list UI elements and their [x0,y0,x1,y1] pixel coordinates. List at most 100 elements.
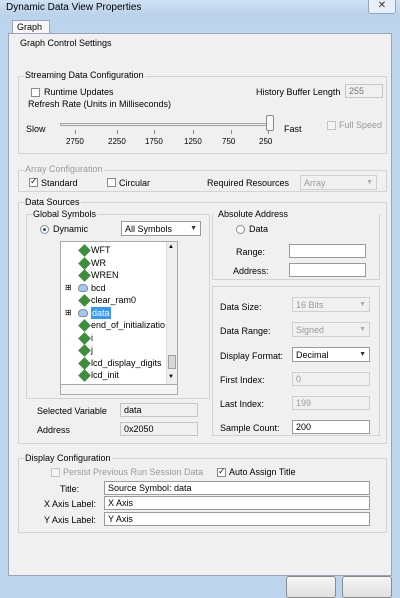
x-axis-input[interactable]: X Axis [104,496,370,510]
global-symbols-title: Global Symbols [32,209,98,219]
slider-tick-label: 2750 [66,137,84,146]
sample-count-input[interactable]: 200 [292,420,370,434]
history-buffer-input[interactable]: 255 [345,84,383,98]
range-label: Range: [236,247,266,257]
variable-icon [78,344,91,357]
display-config-title: Display Configuration [24,453,112,463]
tree-item-label: data [91,306,111,319]
title-label: Title: [60,484,80,494]
selected-variable-label: Selected Variable [37,406,107,416]
tree-item-label: i [91,332,93,343]
variable-icon [78,294,91,307]
required-resources-select[interactable]: Array ▼ [300,175,377,190]
ok-button[interactable] [286,576,336,598]
symbols-filter-select[interactable]: All Symbols ▼ [121,221,201,236]
last-index-input[interactable]: 199 [292,396,370,410]
slider-tick-label: 2250 [108,137,126,146]
data-sources-title: Data Sources [24,197,81,207]
runtime-updates-checkbox[interactable] [31,88,40,97]
last-index-label: Last Index: [220,399,265,409]
absolute-data-radio[interactable] [236,225,245,234]
slider-tick [117,130,118,134]
y-axis-input[interactable]: Y Axis [104,512,370,526]
circular-checkbox[interactable] [107,178,116,187]
symbols-filter-value: All Symbols [125,224,173,234]
tree-item-label: j [91,345,93,355]
chevron-down-icon: ▼ [359,326,366,333]
auto-title-label: Auto Assign Title [229,467,296,477]
tree-item-label: clear_ram0 [91,295,137,305]
data-range-value: Signed [296,325,325,335]
variable-icon [78,369,91,382]
required-resources-label: Required Resources [207,178,290,188]
persist-checkbox[interactable] [51,468,60,477]
title-input[interactable]: Source Symbol: data [104,481,370,495]
full-speed-checkbox[interactable] [327,121,336,130]
absolute-data-label: Data [249,224,269,234]
struct-icon [78,283,88,292]
abs-address-label: Address: [233,266,269,276]
fast-label: Fast [284,124,302,134]
tree-item-label: bcd [91,282,106,293]
abs-address-input[interactable] [289,263,366,277]
data-size-label: Data Size: [220,302,262,312]
data-range-select[interactable]: Signed ▼ [292,322,370,337]
variable-icon [78,269,91,282]
dynamic-label: Dynamic [53,224,89,234]
array-config-title: Array Configuration [24,164,104,174]
first-index-input[interactable]: 0 [292,372,370,386]
scroll-up-icon[interactable]: ▲ [168,244,174,250]
tab-graph-1[interactable]: Graph 1 [12,20,50,45]
variable-icon [78,331,91,345]
chevron-down-icon: ▼ [366,179,373,186]
scroll-thumb[interactable] [168,355,176,369]
tree-vertical-scrollbar[interactable]: ▲ ▼ [166,242,177,384]
address-field: 0x2050 [120,422,198,436]
tree-item-label: WREN [91,270,119,280]
chevron-down-icon: ▼ [190,225,197,232]
tree-horizontal-scrollbar[interactable] [60,385,178,395]
x-axis-label: X Axis Label: [44,499,97,509]
range-input[interactable] [289,244,366,258]
cancel-button[interactable] [342,576,392,598]
y-axis-label: Y Axis Label: [44,515,96,525]
full-speed-label: Full Speed [339,120,383,130]
display-format-label: Display Format: [220,351,284,361]
tree-item-label: lcd_init [91,370,120,380]
slider-thumb[interactable] [265,115,274,131]
slow-label: Slow [26,124,46,134]
slider-tick [268,130,269,134]
symbol-tree[interactable]: WFT WR WREN ⊞ bcd clear_ram0 ⊞ data end_of_initi… [60,241,178,385]
variable-icon [78,256,91,270]
slider-tick-label: 1750 [145,137,163,146]
slider-tick [193,130,194,134]
dynamic-radio[interactable] [40,225,49,234]
chevron-down-icon: ▼ [359,351,366,358]
slider-tick-label: 1250 [184,137,202,146]
slider-tick [231,130,232,134]
data-range-label: Data Range: [220,326,271,336]
sample-count-label: Sample Count: [220,423,280,433]
refresh-rate-label: Refresh Rate (Units in Milliseconds) [28,99,172,109]
slider-tick [154,130,155,134]
expand-icon[interactable]: ⊞ [65,307,72,319]
slider-tick-label: 250 [259,137,273,146]
refresh-rate-slider[interactable] [60,123,274,126]
tree-item-label: end_of_initializatio [91,320,166,330]
address-label: Address [37,425,71,435]
expand-icon[interactable]: ⊞ [65,282,72,294]
streaming-title: Streaming Data Configuration [24,70,145,80]
display-format-value: Decimal [296,350,329,360]
scroll-down-icon[interactable]: ▼ [168,374,174,380]
first-index-label: First Index: [220,375,265,385]
auto-title-checkbox[interactable] [217,466,226,477]
runtime-updates-label: Runtime Updates [44,87,114,97]
display-format-select[interactable]: Decimal ▼ [292,347,370,362]
window-title: Dynamic Data View Properties [6,2,142,13]
tree-item-label: WR [91,257,106,268]
standard-checkbox[interactable] [29,176,38,187]
close-button[interactable]: ✕ [368,0,396,14]
tree-item-label: lcd_display_digits [91,357,162,368]
data-size-select[interactable]: 16 Bits ▼ [292,297,370,312]
chevron-down-icon: ▼ [359,301,366,308]
